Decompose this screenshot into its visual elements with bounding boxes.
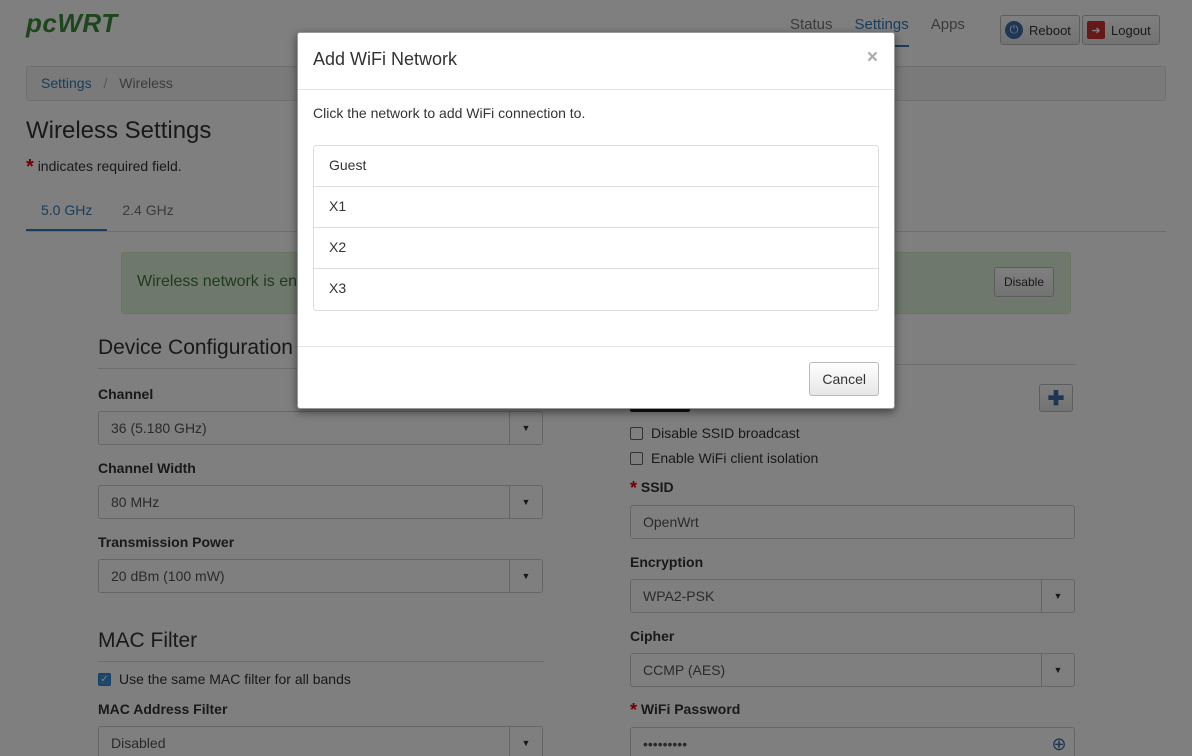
modal-footer: Cancel: [298, 346, 894, 409]
add-wifi-dialog: Add WiFi Network × Click the network to …: [297, 32, 895, 409]
network-item-x1[interactable]: X1: [314, 187, 878, 228]
network-item-guest[interactable]: Guest: [314, 146, 878, 187]
network-item-x2[interactable]: X2: [314, 228, 878, 269]
close-icon[interactable]: ×: [867, 47, 878, 69]
modal-message: Click the network to add WiFi connection…: [313, 105, 586, 121]
modal-body: Click the network to add WiFi connection…: [298, 90, 894, 346]
cancel-button[interactable]: Cancel: [809, 362, 879, 396]
network-item-x3[interactable]: X3: [314, 269, 878, 310]
network-list: Guest X1 X2 X3: [313, 145, 879, 311]
modal-title: Add WiFi Network: [313, 49, 458, 69]
modal-header: Add WiFi Network ×: [298, 33, 894, 90]
